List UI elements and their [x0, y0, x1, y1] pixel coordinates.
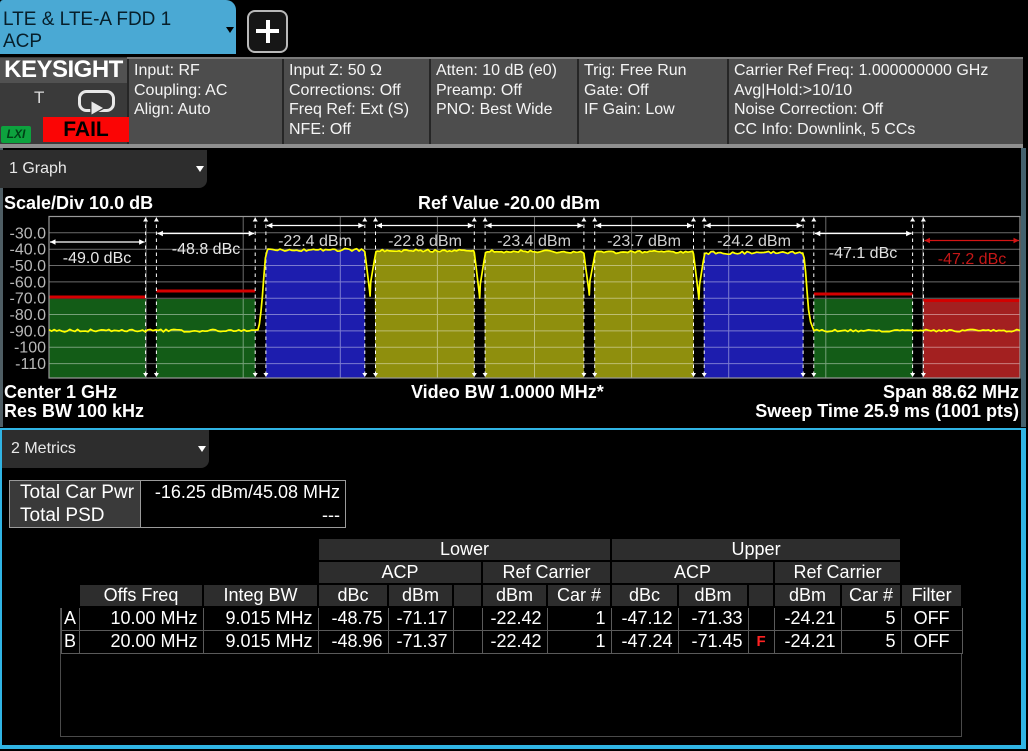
svg-text:-80.0: -80.0: [10, 307, 47, 324]
svg-text:-30.0: -30.0: [10, 225, 47, 242]
svg-text:-49.0 dBc: -49.0 dBc: [63, 250, 131, 267]
svg-text:-40.0: -40.0: [10, 242, 47, 259]
svg-text:-23.7 dBm: -23.7 dBm: [607, 233, 681, 250]
svg-text:-110: -110: [15, 356, 46, 373]
svg-text:-50.0: -50.0: [10, 258, 47, 275]
svg-text:-22.8 dBm: -22.8 dBm: [388, 233, 462, 250]
svg-text:-47.1 dBc: -47.1 dBc: [829, 245, 897, 262]
svg-text:-22.4 dBm: -22.4 dBm: [278, 233, 352, 250]
svg-text:-90.0: -90.0: [10, 323, 47, 340]
svg-text:-60.0: -60.0: [10, 274, 47, 291]
svg-text:-100: -100: [14, 340, 46, 357]
svg-text:-47.2 dBc: -47.2 dBc: [938, 251, 1006, 268]
svg-text:-24.2 dBm: -24.2 dBm: [717, 233, 791, 250]
svg-text:-70.0: -70.0: [10, 291, 47, 308]
svg-text:-23.4 dBm: -23.4 dBm: [497, 233, 571, 250]
svg-text:-48.8 dBc: -48.8 dBc: [172, 241, 240, 258]
